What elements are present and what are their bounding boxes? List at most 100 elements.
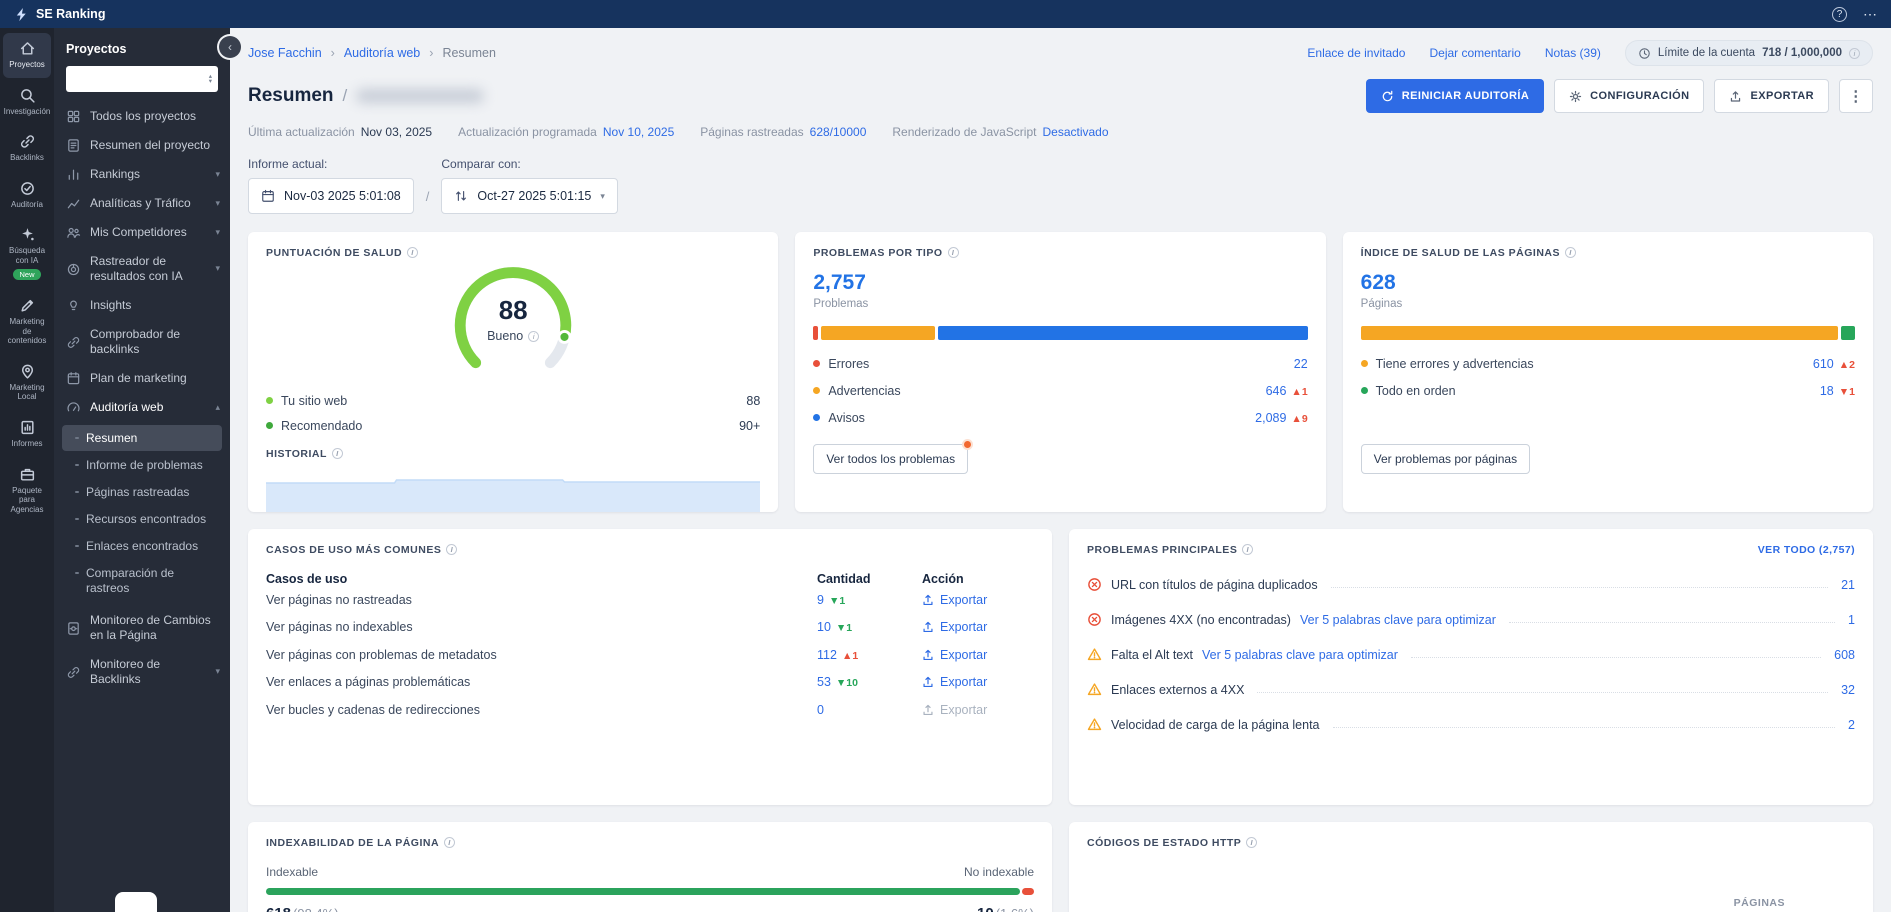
research-icon bbox=[20, 88, 35, 103]
breadcrumb-section[interactable]: Auditoría web bbox=[344, 46, 443, 60]
indexable-segment[interactable] bbox=[266, 888, 1020, 895]
chevron-down-icon bbox=[215, 169, 220, 180]
notes-link[interactable]: Notas (39) bbox=[1545, 46, 1601, 60]
rail-item-backlinks[interactable]: Backlinks bbox=[3, 126, 51, 171]
issue-count[interactable]: 2 bbox=[1848, 718, 1855, 732]
guest-link[interactable]: Enlace de invitado bbox=[1307, 46, 1405, 60]
sidebar-item-comprobador-backlinks[interactable]: Comprobador de backlinks bbox=[54, 320, 230, 364]
non-indexable-segment[interactable] bbox=[1021, 888, 1034, 895]
settings-button[interactable]: CONFIGURACIÓN bbox=[1554, 79, 1705, 113]
collapse-panel-button[interactable] bbox=[219, 36, 241, 58]
errors-count[interactable]: 22 bbox=[1294, 357, 1308, 371]
sidebar-item-resumen-del-proyecto[interactable]: Resumen del proyecto bbox=[54, 131, 230, 160]
sidebar-subitem-paginas-rastreadas[interactable]: Páginas rastreadas bbox=[62, 479, 222, 505]
export-link[interactable]: Exportar bbox=[922, 620, 1034, 634]
info-icon[interactable] bbox=[1246, 837, 1258, 848]
analytics-icon bbox=[66, 196, 81, 211]
notices-count[interactable]: 2,089 bbox=[1255, 411, 1286, 425]
sidebar-item-monitoreo-cambios[interactable]: Monitoreo de Cambios en la Página bbox=[54, 606, 230, 650]
blurred-project-name bbox=[356, 89, 485, 103]
sidebar-item-rankings[interactable]: Rankings bbox=[54, 160, 230, 189]
warnings-count[interactable]: 646 bbox=[1266, 384, 1287, 398]
pages-ok-segment[interactable] bbox=[1840, 326, 1855, 340]
sidebar-item-analiticas-trafico[interactable]: Analíticas y Tráfico bbox=[54, 189, 230, 218]
sidebar-item-rastreador-ia[interactable]: Rastreador de resultados con IA bbox=[54, 247, 230, 291]
warnings-bar-segment[interactable] bbox=[821, 326, 936, 340]
issue-count[interactable]: 608 bbox=[1834, 648, 1855, 662]
info-icon[interactable] bbox=[1565, 247, 1577, 258]
sidebar-item-monitoreo-backlinks[interactable]: Monitoreo de Backlinks bbox=[54, 650, 230, 694]
sidebar-item-mis-competidores[interactable]: Mis Competidores bbox=[54, 218, 230, 247]
view-issues-by-pages-button[interactable]: Ver problemas por páginas bbox=[1360, 444, 1531, 474]
total-issues-value[interactable]: 2,757 bbox=[813, 271, 1307, 295]
sidebar-item-todos-los-proyectos[interactable]: Todos los proyectos bbox=[54, 102, 230, 131]
sidebar-item-auditoria-web[interactable]: Auditoría web bbox=[54, 393, 230, 422]
indexable-count[interactable]: 618 bbox=[266, 905, 291, 912]
info-icon[interactable] bbox=[1242, 544, 1254, 555]
audit-submenu: Resumen Informe de problemas Páginas ras… bbox=[54, 422, 230, 606]
export-link[interactable]: Exportar bbox=[922, 593, 1034, 607]
more-options-button[interactable] bbox=[1839, 79, 1873, 113]
marketing-plan-icon bbox=[66, 371, 81, 386]
view-all-issues-button[interactable]: Ver todos los problemas bbox=[813, 444, 969, 474]
issue-count[interactable]: 32 bbox=[1841, 683, 1855, 697]
chat-widget-button[interactable] bbox=[115, 892, 157, 912]
rail-item-busqueda-ia[interactable]: Búsqueda con IA New bbox=[3, 219, 51, 288]
js-rendering-value[interactable]: Desactivado bbox=[1042, 125, 1108, 139]
export-button[interactable]: EXPORTAR bbox=[1714, 79, 1829, 113]
use-case-count[interactable]: 0 bbox=[817, 703, 824, 717]
optimize-keywords-link[interactable]: Ver 5 palabras clave para optimizar bbox=[1202, 648, 1398, 662]
export-link[interactable]: Exportar bbox=[922, 675, 1034, 689]
rail-item-proyectos[interactable]: Proyectos bbox=[3, 33, 51, 78]
pages-crawled-value[interactable]: 628/10000 bbox=[810, 125, 867, 139]
issue-count[interactable]: 21 bbox=[1841, 578, 1855, 592]
leave-comment-link[interactable]: Dejar comentario bbox=[1429, 46, 1520, 60]
info-icon[interactable] bbox=[528, 330, 540, 342]
info-icon[interactable] bbox=[446, 544, 458, 555]
rail-item-investigacion[interactable]: Investigación bbox=[3, 80, 51, 125]
non-indexable-count[interactable]: 10 bbox=[977, 905, 994, 912]
scheduled-update-value[interactable]: Nov 10, 2025 bbox=[603, 125, 674, 139]
rail-item-marketing-local[interactable]: Marketing Local bbox=[3, 356, 51, 410]
help-icon[interactable] bbox=[1832, 6, 1847, 22]
chevron-down-icon bbox=[215, 227, 220, 238]
restart-audit-button[interactable]: REINICIAR AUDITORÍA bbox=[1365, 79, 1545, 113]
account-limit-pill[interactable]: Límite de la cuenta 718 / 1,000,000 bbox=[1624, 40, 1873, 66]
use-case-count[interactable]: 53 bbox=[817, 675, 831, 689]
rail-item-informes[interactable]: Informes bbox=[3, 412, 51, 457]
sidebar-item-insights[interactable]: Insights bbox=[54, 291, 230, 320]
info-icon[interactable] bbox=[947, 247, 959, 258]
info-icon[interactable] bbox=[407, 247, 419, 258]
view-all-link[interactable]: VER TODO (2,757) bbox=[1758, 544, 1855, 556]
project-select[interactable] bbox=[66, 66, 218, 92]
rail-item-marketing-contenidos[interactable]: Marketing de contenidos bbox=[3, 290, 51, 354]
use-case-count[interactable]: 112 bbox=[817, 648, 837, 662]
notices-bar-segment[interactable] bbox=[938, 326, 1308, 340]
rail-item-auditoria[interactable]: Auditoría bbox=[3, 173, 51, 218]
errors-bar-segment[interactable] bbox=[813, 326, 819, 340]
indexable-label: Indexable bbox=[266, 865, 319, 879]
sidebar-item-plan-de-marketing[interactable]: Plan de marketing bbox=[54, 364, 230, 393]
total-pages-value[interactable]: 628 bbox=[1361, 271, 1855, 295]
pages-with-issues-segment[interactable] bbox=[1360, 326, 1838, 340]
use-case-count[interactable]: 9 bbox=[817, 593, 824, 607]
sidebar-subitem-comparacion-de-rastreos[interactable]: Comparación de rastreos bbox=[62, 560, 222, 601]
use-case-count[interactable]: 10 bbox=[817, 620, 831, 634]
info-icon[interactable] bbox=[444, 837, 456, 848]
info-icon[interactable] bbox=[331, 448, 343, 459]
rail-item-paquete-agencias[interactable]: Paquete para Agencias bbox=[3, 459, 51, 523]
sidebar-subitem-informe-de-problemas[interactable]: Informe de problemas bbox=[62, 452, 222, 478]
use-case-row: Ver enlaces a páginas problemáticas 53 ▼1… bbox=[266, 669, 1034, 697]
export-link[interactable]: Exportar bbox=[922, 648, 1034, 662]
sidebar-subitem-recursos-encontrados[interactable]: Recursos encontrados bbox=[62, 506, 222, 532]
compare-report-picker[interactable]: Oct-27 2025 5:01:15 bbox=[441, 178, 618, 214]
current-report-picker[interactable]: Nov-03 2025 5:01:08 bbox=[248, 178, 414, 214]
pages-ok-count[interactable]: 18 bbox=[1820, 384, 1834, 398]
sidebar-subitem-resumen[interactable]: Resumen bbox=[62, 425, 222, 451]
sidebar-subitem-enlaces-encontrados[interactable]: Enlaces encontrados bbox=[62, 533, 222, 559]
breadcrumb-project[interactable]: Jose Facchin bbox=[248, 46, 344, 60]
pages-with-issues-count[interactable]: 610 bbox=[1813, 357, 1834, 371]
optimize-keywords-link[interactable]: Ver 5 palabras clave para optimizar bbox=[1300, 613, 1496, 627]
topbar-more-icon[interactable] bbox=[1863, 6, 1877, 23]
issue-count[interactable]: 1 bbox=[1848, 613, 1855, 627]
